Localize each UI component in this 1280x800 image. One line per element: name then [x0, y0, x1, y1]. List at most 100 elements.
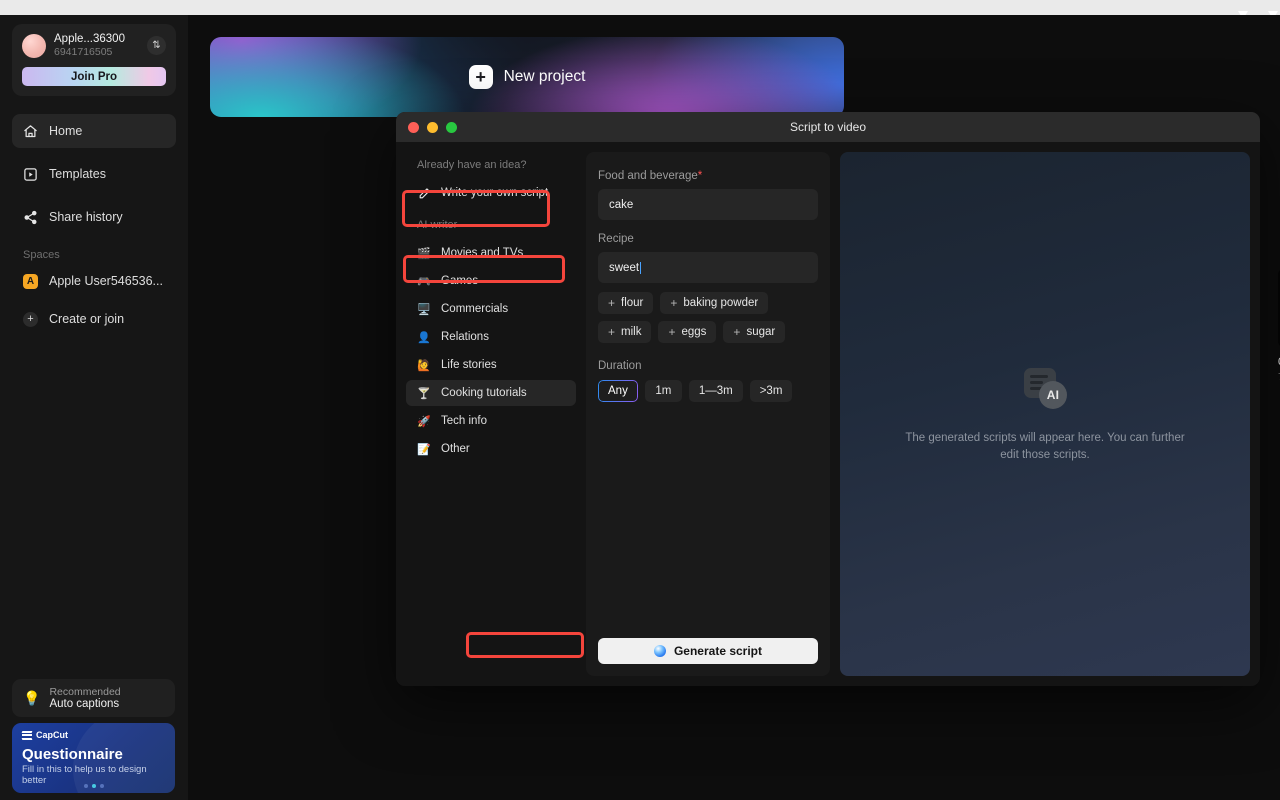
dialog-titlebar: Script to video: [396, 112, 1260, 142]
plus-icon: +: [608, 296, 616, 310]
plus-icon: +: [670, 296, 678, 310]
capcut-brand-label: CapCut: [36, 730, 68, 740]
people-icon: 👤: [417, 331, 431, 344]
category-label: Commercials: [441, 303, 509, 315]
category-item-commercials[interactable]: 🖥️ Commercials: [406, 296, 576, 322]
create-or-join-button[interactable]: + Create or join: [12, 304, 176, 334]
write-your-own-script-item[interactable]: Write your own script: [406, 180, 576, 206]
recipe-input[interactable]: sweet: [598, 252, 818, 283]
sidebar-nav: Home Templates Share history: [0, 114, 188, 234]
recommended-title: Auto captions: [49, 697, 120, 710]
recommended-card[interactable]: 💡 Recommended Auto captions: [12, 679, 175, 717]
category-label: Relations: [441, 331, 489, 343]
app-window: Apple...36300 6941716505 ⇅ Join Pro Home…: [0, 15, 1280, 800]
rocket-icon: 🚀: [417, 415, 431, 428]
category-item-movies-and-tvs[interactable]: 🎬 Movies and TVs: [406, 240, 576, 266]
duration-options: Any 1m 1—3m >3m: [598, 380, 818, 402]
sidebar-item-home[interactable]: Home: [12, 114, 176, 148]
new-project-banner[interactable]: + New project: [210, 37, 844, 117]
carousel-dot-active[interactable]: [91, 784, 96, 788]
ingredient-chip-sugar[interactable]: + sugar: [723, 321, 786, 343]
sidebar-item-label: Share history: [49, 210, 123, 224]
plus-icon: +: [668, 325, 676, 339]
account-name: Apple...36300: [54, 33, 125, 45]
chip-label: baking powder: [683, 297, 759, 309]
carousel-dot[interactable]: [99, 784, 104, 788]
swap-arrows-icon[interactable]: ⇅: [147, 36, 166, 55]
category-label: Tech info: [441, 415, 488, 427]
space-item-apple-user[interactable]: A Apple User546536...: [12, 266, 176, 296]
ingredient-chips: + flour + baking powder + milk + eggs + …: [598, 292, 818, 343]
idea-header: Already have an idea?: [417, 159, 527, 171]
category-item-relations[interactable]: 👤 Relations: [406, 324, 576, 350]
clapperboard-icon: 🎬: [417, 247, 431, 260]
generate-script-button[interactable]: Generate script: [598, 638, 818, 664]
share-icon: [23, 210, 38, 225]
dialog-title: Script to video: [789, 120, 867, 134]
create-or-join-label: Create or join: [49, 312, 125, 326]
duration-label: Duration: [598, 360, 642, 372]
carousel-dot[interactable]: [83, 784, 88, 788]
ai-writer-header: AI writer: [417, 219, 458, 231]
duration-option-1-3m[interactable]: 1—3m: [688, 380, 743, 402]
ai-orb-icon: [653, 645, 666, 657]
carousel-dots[interactable]: [12, 784, 175, 788]
generate-button-wrap: Generate script: [598, 638, 818, 664]
ai-badge: AI: [1039, 381, 1067, 409]
questionnaire-card[interactable]: CapCut Questionnaire Fill in this to hel…: [12, 723, 175, 793]
food-label-text: Food and beverage: [598, 170, 698, 182]
duration-option-over-3m[interactable]: >3m: [749, 380, 793, 402]
category-label: Other: [441, 443, 470, 455]
category-label: Cooking tutorials: [441, 387, 527, 399]
category-panel: Already have an idea? Write your own scr…: [406, 152, 576, 676]
spaces-section-title: Spaces: [23, 249, 60, 261]
sidebar-item-templates[interactable]: Templates: [12, 157, 176, 191]
sidebar-item-label: Templates: [49, 167, 106, 181]
ingredient-chip-baking-powder[interactable]: + baking powder: [660, 292, 769, 314]
duration-option-any[interactable]: Any: [598, 380, 638, 402]
script-to-video-dialog: Script to video Already have an idea? Wr…: [396, 112, 1260, 686]
questionnaire-subtitle: Fill in this to help us to design better: [22, 764, 147, 786]
plus-icon: +: [23, 311, 38, 327]
new-project-label: New project: [503, 68, 586, 85]
plus-icon: +: [608, 325, 616, 339]
generate-script-label: Generate script: [673, 644, 763, 658]
space-badge: A: [23, 273, 38, 289]
category-item-other[interactable]: 📝 Other: [406, 436, 576, 462]
chip-label: milk: [621, 326, 642, 338]
category-label: Games: [441, 275, 479, 287]
account-id: 6941716505: [54, 46, 113, 58]
dialog-body: Already have an idea? Write your own scr…: [396, 142, 1260, 686]
ingredient-chip-flour[interactable]: + flour: [598, 292, 654, 314]
templates-icon: [23, 167, 38, 182]
food-and-beverage-input[interactable]: cake: [598, 189, 818, 220]
write-your-own-script-label: Write your own script: [441, 187, 549, 199]
join-pro-button[interactable]: Join Pro: [22, 67, 166, 86]
home-icon: [23, 124, 38, 139]
capcut-logo: CapCut: [21, 730, 165, 740]
category-item-cooking-tutorials[interactable]: 🍸 Cooking tutorials: [406, 380, 576, 406]
ingredient-chip-eggs[interactable]: + eggs: [658, 321, 717, 343]
duration-option-1m[interactable]: 1m: [644, 380, 682, 402]
sidebar-item-share-history[interactable]: Share history: [12, 200, 176, 234]
main-content: + New project Trash: [188, 15, 1280, 800]
ingredient-chip-milk[interactable]: + milk: [598, 321, 652, 343]
category-item-games[interactable]: 🎮 Games: [406, 268, 576, 294]
sidebar-item-label: Home: [49, 124, 83, 138]
recommended-eyebrow: Recommended: [49, 685, 121, 698]
person-waving-icon: 🙋: [417, 359, 431, 372]
plus-icon: +: [468, 65, 493, 89]
text-caret: [640, 261, 642, 274]
lightbulb-icon: 💡: [23, 689, 41, 706]
questionnaire-title: Questionnaire: [22, 746, 123, 763]
category-item-life-stories[interactable]: 🙋 Life stories: [406, 352, 576, 378]
account-card[interactable]: Apple...36300 6941716505 ⇅ Join Pro: [12, 24, 176, 96]
sidebar: Apple...36300 6941716505 ⇅ Join Pro Home…: [0, 15, 188, 800]
chip-label: flour: [621, 297, 644, 309]
food-and-beverage-label: Food and beverage*: [598, 170, 818, 182]
chip-label: eggs: [681, 326, 707, 338]
category-item-tech-info[interactable]: 🚀 Tech info: [406, 408, 576, 434]
pencil-icon: [417, 186, 431, 200]
gamepad-icon: 🎮: [417, 275, 431, 288]
form-panel: Food and beverage* cake Recipe sweet + f…: [586, 152, 830, 676]
